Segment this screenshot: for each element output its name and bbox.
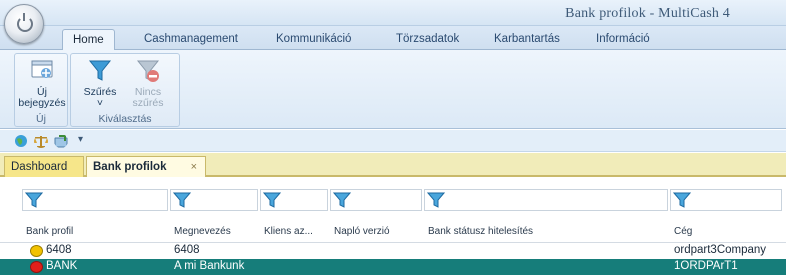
tab-torzsadatok[interactable]: Törzsadatok bbox=[390, 31, 465, 49]
close-tab-icon[interactable]: × bbox=[191, 161, 197, 173]
bank-profiles-grid: Bank profil Megnevezés Kliens az... Napl… bbox=[0, 179, 786, 277]
filter-cell-ceg[interactable] bbox=[670, 189, 782, 211]
scales-icon[interactable] bbox=[34, 134, 48, 148]
tab-dashboard[interactable]: Dashboard bbox=[4, 156, 84, 177]
table-row[interactable]: 6408 6408 ordpart3Company bbox=[0, 243, 786, 259]
group-label-kivalasztas: Kiválasztás bbox=[98, 113, 152, 125]
tab-kommunikacio[interactable]: Kommunikáció bbox=[270, 31, 357, 49]
ribbon-tabs: Home Cashmanagement Kommunikáció Törzsad… bbox=[0, 26, 786, 51]
cell-ceg: ordpart3Company bbox=[674, 244, 767, 256]
group-uj: Új bejegyzés Új bbox=[14, 53, 68, 127]
cell-bank-profil: BANK bbox=[46, 260, 78, 272]
export-icon[interactable] bbox=[54, 134, 68, 148]
column-header-row: Bank profil Megnevezés Kliens az... Napl… bbox=[0, 221, 786, 243]
ribbon: Új bejegyzés Új Szűrés ˅ Nincs szűrés Ki… bbox=[0, 50, 786, 129]
cell-ceg: 1ORDPArT1 bbox=[674, 260, 738, 272]
new-entry-button[interactable]: Új bejegyzés bbox=[18, 58, 66, 109]
column-header-bank-profil[interactable]: Bank profil bbox=[26, 226, 73, 237]
dropdown-arrow-icon[interactable]: ▾ bbox=[78, 134, 83, 145]
table-row-selected[interactable]: BANK A mi Bankunk 1ORDPArT1 bbox=[0, 259, 786, 275]
new-entry-icon bbox=[31, 60, 53, 78]
no-filter-label-2: szűrés bbox=[132, 97, 164, 109]
filter-icon bbox=[673, 192, 691, 208]
group-kivalasztas: Szűrés ˅ Nincs szűrés Kiválasztás bbox=[70, 53, 180, 127]
group-label-uj: Új bbox=[36, 113, 46, 125]
no-filter-icon bbox=[136, 60, 160, 82]
tab-bank-profilok-label: Bank profilok bbox=[93, 161, 167, 173]
new-entry-label-2: bejegyzés bbox=[18, 97, 66, 109]
column-header-kliens[interactable]: Kliens az... bbox=[264, 226, 313, 237]
cell-megnevezes: A mi Bankunk bbox=[174, 260, 245, 272]
filter-row bbox=[0, 189, 786, 213]
filter-cell-megnevezes[interactable] bbox=[170, 189, 258, 211]
tab-informacio[interactable]: Információ bbox=[590, 31, 656, 49]
filter-cell-bank-profil[interactable] bbox=[22, 189, 168, 211]
column-header-statusz[interactable]: Bank státusz hitelesítés bbox=[428, 226, 533, 237]
document-tabs: Dashboard Bank profilok × bbox=[0, 153, 786, 177]
column-header-megnevezes[interactable]: Megnevezés bbox=[174, 226, 231, 237]
column-header-ceg[interactable]: Cég bbox=[674, 226, 692, 237]
cell-bank-profil: 6408 bbox=[46, 244, 72, 256]
column-header-naplo[interactable]: Napló verzió bbox=[334, 226, 390, 237]
filter-icon bbox=[427, 192, 445, 208]
status-yellow-icon bbox=[30, 245, 43, 257]
tab-home[interactable]: Home bbox=[62, 29, 115, 51]
window-title: Bank profilok - MultiCash 4 bbox=[565, 6, 730, 21]
filter-icon bbox=[263, 192, 281, 208]
status-red-icon bbox=[30, 261, 43, 273]
filter-cell-kliens[interactable] bbox=[260, 189, 328, 211]
filter-cell-statusz[interactable] bbox=[424, 189, 668, 211]
filter-dropdown-arrow: ˅ bbox=[96, 97, 104, 109]
no-filter-button[interactable]: Nincs szűrés bbox=[125, 58, 171, 109]
filter-icon bbox=[333, 192, 351, 208]
filter-button[interactable]: Szűrés ˅ bbox=[77, 58, 123, 109]
application-menu-button[interactable] bbox=[4, 4, 44, 44]
filter-icon bbox=[88, 60, 112, 81]
tab-karbantartas[interactable]: Karbantartás bbox=[488, 31, 566, 49]
quick-access-toolbar: ▾ bbox=[0, 130, 786, 152]
tab-cashmanagement[interactable]: Cashmanagement bbox=[138, 31, 244, 49]
globe-icon[interactable] bbox=[14, 134, 28, 148]
filter-icon bbox=[25, 192, 43, 208]
filter-cell-naplo[interactable] bbox=[330, 189, 422, 211]
cell-megnevezes: 6408 bbox=[174, 244, 200, 256]
tab-bank-profilok[interactable]: Bank profilok × bbox=[86, 156, 206, 177]
power-icon bbox=[17, 13, 33, 32]
title-bar: Bank profilok - MultiCash 4 bbox=[0, 0, 786, 26]
filter-icon bbox=[173, 192, 191, 208]
